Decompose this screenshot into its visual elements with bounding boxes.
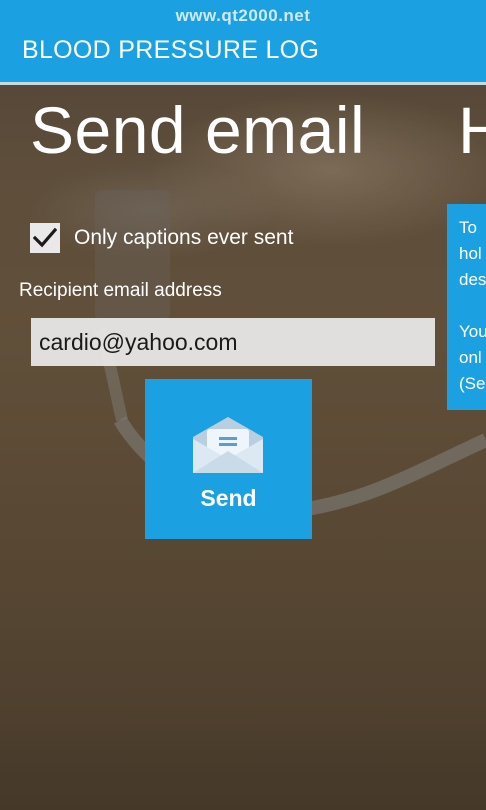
help-panel: To hol des You onl (Se bbox=[447, 204, 486, 410]
captions-checkbox-row[interactable]: Only captions ever sent bbox=[30, 223, 293, 253]
captions-checkbox-label: Only captions ever sent bbox=[74, 226, 294, 249]
checkmark-icon bbox=[33, 227, 57, 248]
app-bar: www.qt2000.net BLOOD PRESSURE LOG bbox=[0, 0, 486, 82]
app-bar-divider bbox=[0, 82, 486, 85]
send-button[interactable]: Send bbox=[145, 379, 312, 539]
recipient-email-label: Recipient email address bbox=[19, 280, 222, 301]
help-line: des bbox=[459, 270, 486, 289]
help-line: hol bbox=[459, 244, 482, 263]
envelope-icon bbox=[193, 417, 263, 473]
help-line: You bbox=[459, 322, 486, 341]
help-line: onl bbox=[459, 348, 482, 367]
watermark: www.qt2000.net bbox=[175, 6, 311, 25]
app-title: BLOOD PRESSURE LOG bbox=[22, 36, 320, 64]
pivot-header-next[interactable]: H bbox=[458, 92, 486, 168]
help-line: To bbox=[459, 218, 477, 237]
recipient-email-input[interactable] bbox=[31, 318, 435, 366]
send-button-label: Send bbox=[200, 485, 257, 511]
pivot-header-send-email[interactable]: Send email bbox=[30, 92, 365, 168]
captions-checkbox[interactable] bbox=[30, 223, 60, 253]
help-line: (Se bbox=[459, 374, 486, 393]
screen: www.qt2000.net BLOOD PRESSURE LOG Send e… bbox=[0, 0, 486, 810]
